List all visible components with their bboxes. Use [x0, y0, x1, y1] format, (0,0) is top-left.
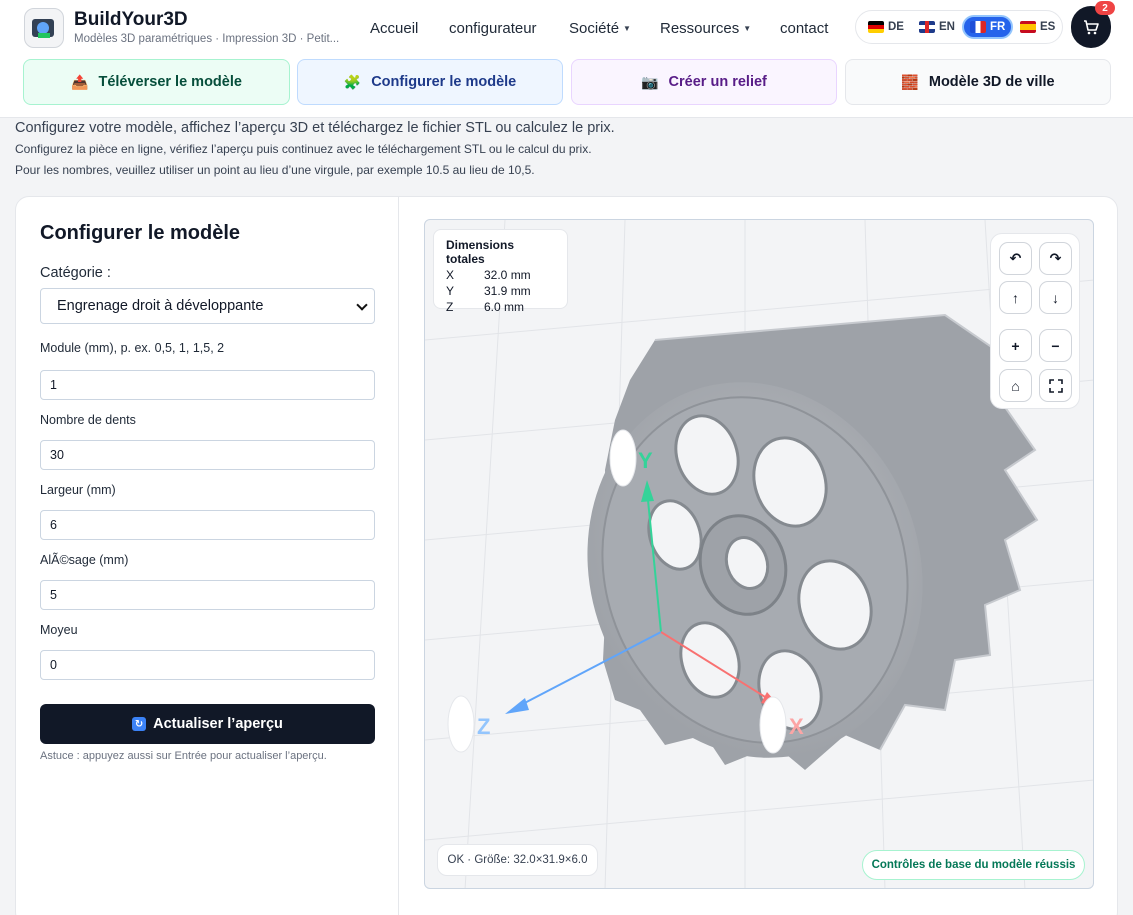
tab-configure-label: Configurer le modèle	[371, 74, 517, 90]
hub-label: Moyeu	[40, 623, 78, 637]
nav-configurator-label: configurateur	[449, 19, 537, 37]
lang-fr[interactable]: FR	[962, 15, 1014, 39]
update-preview-label: Actualiser l’aperçu	[153, 716, 283, 732]
teeth-label: Nombre de dents	[40, 413, 136, 427]
nav-resources[interactable]: Ressources ▼	[660, 18, 751, 38]
brand-tagline: Modèles 3D paramétriques · Impression 3D…	[74, 33, 340, 45]
flag-en-icon	[919, 21, 935, 33]
tab-create-relief[interactable]: 📷 Créer un relief	[571, 59, 837, 105]
reset-view-button[interactable]: ⌂	[999, 369, 1032, 402]
brand-logo[interactable]	[24, 8, 64, 48]
rotate-left-icon: ↶	[1009, 250, 1022, 266]
update-preview-button[interactable]: ↻ Actualiser l’aperçu	[40, 704, 375, 744]
tab-configure-model[interactable]: 🧩 Configurer le modèle	[297, 59, 563, 105]
nav-company[interactable]: Société ▼	[569, 18, 631, 38]
view-controls-panel: ↶ ↷ ↑ ↓ + − ⌂	[990, 233, 1080, 409]
enter-hint: Astuce : appuyez aussi sur Entrée pour a…	[40, 750, 327, 762]
dimension-axis: Y	[446, 284, 455, 298]
lang-en-label: EN	[939, 21, 955, 33]
size-status-badge: OK · Größe: 32.0×31.9×6.0	[437, 844, 598, 876]
tab-upload-model[interactable]: 📤 Téléverser le modèle	[23, 59, 290, 105]
gear-logo-icon	[32, 19, 54, 38]
lang-en[interactable]: EN	[913, 15, 961, 39]
flag-fr-icon	[970, 21, 986, 33]
lang-es[interactable]: ES	[1014, 15, 1061, 39]
fullscreen-icon	[1048, 378, 1063, 393]
rotate-left-button[interactable]: ↶	[999, 242, 1032, 275]
intro-number-hint: Pour les nombres, veuillez utiliser un p…	[15, 163, 535, 177]
zoom-out-button[interactable]: −	[1039, 329, 1072, 362]
module-input[interactable]: 1	[40, 370, 375, 400]
dimension-axis: Z	[446, 300, 454, 314]
tab-city-label: Modèle 3D de ville	[928, 74, 1055, 90]
flag-es-icon	[1020, 21, 1036, 33]
lang-de[interactable]: DE	[862, 15, 910, 39]
axis-x-label: X	[789, 714, 804, 739]
dimension-value: 31.9 mm	[484, 284, 531, 298]
lang-de-label: DE	[888, 21, 904, 33]
nav-resources-label: Ressources	[660, 19, 740, 37]
intro-heading: Configurez votre modèle, affichez l’aper…	[15, 120, 615, 136]
nav-company-label: Société	[569, 19, 620, 37]
teeth-input[interactable]: 30	[40, 440, 375, 470]
fullscreen-button[interactable]	[1039, 369, 1072, 402]
arrow-up-icon: ↑	[1012, 289, 1019, 306]
model-checks-badge: Contrôles de base du modèle réussis	[862, 850, 1085, 880]
brick-icon: 🧱	[901, 73, 919, 90]
dimension-value: 32.0 mm	[484, 268, 531, 282]
lang-es-label: ES	[1040, 21, 1056, 33]
nav-home-label: Accueil	[370, 19, 419, 37]
dimension-axis: X	[446, 268, 455, 282]
rotate-right-button[interactable]: ↷	[1039, 242, 1072, 275]
nav-contact-label: contact	[780, 19, 829, 37]
tilt-down-button[interactable]: ↓	[1039, 281, 1072, 314]
upload-icon: 📤	[71, 73, 89, 90]
puzzle-icon: 🧩	[343, 73, 362, 90]
refresh-icon: ↻	[132, 717, 147, 731]
tab-city-model[interactable]: 🧱 Modèle 3D de ville	[845, 59, 1111, 105]
axis-z-label: Z	[477, 714, 490, 739]
intro-text: Configurez la pièce en ligne, vérifiez l…	[15, 142, 592, 156]
plus-icon: +	[1011, 337, 1020, 354]
module-label: Module (mm), p. ex. 0,5, 1, 1,5, 2	[40, 341, 225, 355]
zoom-in-button[interactable]: +	[999, 329, 1032, 362]
flag-de-icon	[868, 21, 884, 33]
dimensions-title: Dimensions totales	[446, 238, 515, 266]
tilt-up-button[interactable]: ↑	[999, 281, 1032, 314]
tab-upload-label: Téléverser le modèle	[98, 74, 242, 90]
category-label: Catégorie :	[40, 265, 111, 281]
form-title: Configurer le modèle	[40, 222, 241, 244]
cart-icon	[1084, 20, 1099, 35]
camera-icon: 📷	[641, 73, 659, 90]
chevron-down-icon: ▼	[743, 23, 752, 33]
chevron-down-icon: ▼	[623, 23, 631, 33]
dimension-value: 6.0 mm	[484, 300, 525, 314]
nav-configurator[interactable]: configurateur	[449, 18, 537, 38]
arrow-down-icon: ↓	[1052, 289, 1059, 306]
width-label: Largeur (mm)	[40, 483, 116, 497]
lang-fr-label: FR	[990, 21, 1006, 33]
tab-relief-label: Créer un relief	[668, 74, 767, 90]
category-select[interactable]: Engrenage droit à développante	[40, 288, 375, 324]
nav-home[interactable]: Accueil	[370, 18, 418, 38]
axis-y-label: Y	[638, 448, 653, 473]
home-icon: ⌂	[1011, 377, 1020, 394]
cart-count-badge: 2	[1095, 1, 1115, 15]
chevron-down-icon	[356, 299, 368, 311]
nav-contact[interactable]: contact	[780, 18, 828, 38]
dimension-row-z: Z 6.0 mm	[446, 300, 555, 314]
bore-input[interactable]: 5	[40, 580, 375, 610]
rotate-right-icon: ↷	[1049, 250, 1062, 266]
hub-input[interactable]: 0	[40, 650, 375, 680]
brand-name[interactable]: BuildYour3D	[74, 9, 188, 31]
panel-divider	[398, 196, 399, 915]
language-switcher: DE EN FR ES	[855, 10, 1063, 44]
width-input[interactable]: 6	[40, 510, 375, 540]
minus-icon: −	[1051, 337, 1060, 354]
category-select-value: Engrenage droit à développante	[57, 298, 264, 314]
overall-dimensions-panel: Dimensions totales X 32.0 mm Y 31.9 mm Z 6.…	[433, 229, 568, 314]
bore-label: AlÃ©sage (mm)	[40, 553, 129, 567]
dimension-row-x: X 32.0 mm	[446, 268, 555, 282]
dimension-row-y: Y 31.9 mm	[446, 284, 555, 298]
